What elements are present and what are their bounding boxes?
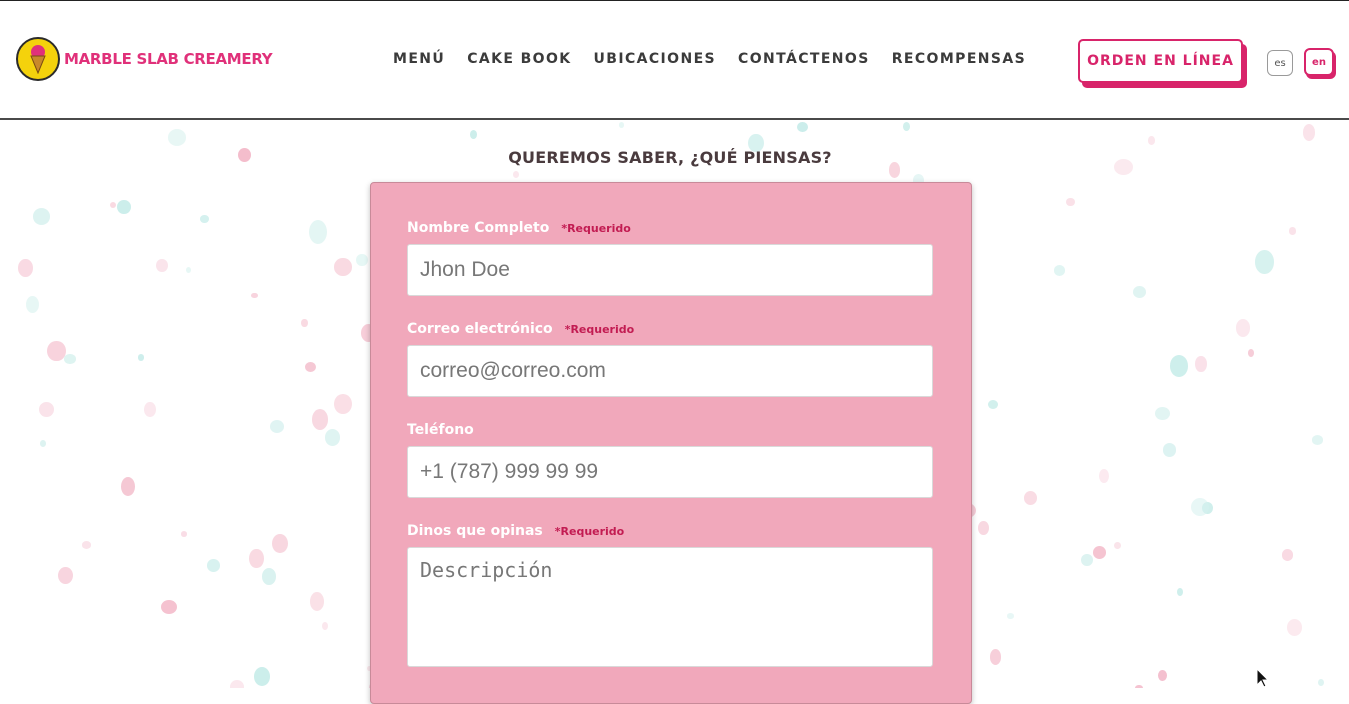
sprinkle-dot [155, 258, 168, 273]
sprinkle-dot [1157, 670, 1167, 682]
sprinkle-dot [512, 171, 520, 179]
sprinkle-dot [1281, 549, 1294, 561]
name-label: Nombre Completo *Requerido [407, 220, 631, 236]
language-es-button[interactable]: es [1267, 50, 1293, 76]
language-en-button[interactable]: en [1304, 48, 1334, 76]
phone-label: Teléfono [407, 422, 474, 438]
sprinkle-dot [1006, 613, 1014, 619]
nav-item-rewards[interactable]: RECOMPENSAS [892, 51, 1026, 67]
sprinkle-dot [1287, 619, 1303, 636]
message-label: Dinos que opinas *Requerido [407, 523, 625, 539]
order-online-button[interactable]: ORDEN EN LÍNEA [1078, 39, 1243, 83]
sprinkle-dot [18, 259, 33, 278]
sprinkle-dot [144, 401, 156, 418]
sprinkle-dot [1176, 587, 1184, 597]
sprinkle-dot [301, 318, 308, 328]
sprinkle-dot [1235, 318, 1251, 337]
sprinkle-dot [1023, 490, 1038, 505]
nav-item-contact[interactable]: CONTÁCTENOS [738, 51, 870, 67]
full-name-input[interactable] [407, 244, 933, 296]
email-label: Correo electrónico *Requerido [407, 321, 635, 337]
sprinkle-dot [1066, 197, 1075, 206]
ice-cream-cone-icon [16, 37, 60, 81]
phone-input[interactable] [407, 446, 933, 498]
sprinkle-dot [58, 567, 73, 585]
sprinkle-dot [334, 258, 352, 276]
sprinkle-dot [1255, 249, 1274, 274]
sprinkle-dot [324, 428, 341, 446]
sprinkle-dot [902, 121, 910, 131]
sprinkle-dot [1155, 406, 1171, 420]
nav-item-locations[interactable]: UBICACIONES [594, 51, 717, 67]
sprinkle-dot [1114, 542, 1122, 550]
sprinkle-dot [1312, 435, 1324, 445]
sprinkle-dot [469, 130, 477, 140]
sprinkle-dot [47, 340, 66, 362]
sprinkle-dot [311, 409, 329, 430]
sprinkle-dot [1195, 356, 1207, 372]
sprinkle-dot [254, 667, 270, 686]
sprinkle-dot [249, 548, 264, 569]
brand-logo[interactable]: MARBLE SLAB CREAMERY [16, 37, 273, 81]
sprinkle-dot [1092, 546, 1106, 559]
sprinkle-dot [161, 600, 178, 615]
sprinkle-dot [988, 399, 998, 409]
sprinkle-dot [167, 128, 187, 146]
sprinkle-dot [39, 440, 46, 448]
sprinkle-dot [618, 122, 624, 128]
sprinkle-dot [797, 121, 808, 133]
required-indicator: *Requerido [554, 525, 625, 538]
nav-item-menu[interactable]: MENÚ [393, 51, 445, 67]
sprinkle-dot [185, 266, 191, 273]
sprinkle-dot [1170, 355, 1188, 377]
sprinkle-dot [1098, 468, 1109, 483]
sprinkle-dot [271, 533, 288, 553]
sprinkle-dot [39, 402, 55, 418]
mouse-cursor-icon [1256, 668, 1270, 688]
sprinkle-dot [25, 295, 39, 314]
nav-item-cake-book[interactable]: CAKE BOOK [467, 51, 571, 67]
sprinkle-dot [1318, 678, 1325, 687]
sprinkle-dot [1302, 124, 1315, 141]
sprinkle-dot [1247, 349, 1254, 358]
sprinkle-dot [81, 541, 92, 550]
sprinkle-dot [978, 520, 990, 535]
sprinkle-dot [269, 419, 285, 433]
brand-name: MARBLE SLAB CREAMERY [64, 50, 273, 68]
sprinkle-dot [180, 531, 187, 537]
sprinkle-dot [308, 219, 328, 245]
sprinkle-dot [1053, 265, 1066, 277]
sprinkle-dot [207, 558, 220, 572]
sprinkle-dot [64, 354, 76, 364]
feedback-form: Nombre Completo *Requerido Correo electr… [370, 182, 972, 704]
email-input[interactable] [407, 345, 933, 397]
sprinkle-dot [137, 354, 145, 361]
sprinkle-dot [321, 622, 329, 631]
required-indicator: *Requerido [561, 222, 631, 235]
sprinkle-dot [356, 254, 368, 267]
sprinkle-dot [1132, 286, 1146, 298]
sprinkle-dot [304, 361, 317, 373]
sprinkle-dot [251, 292, 258, 298]
sprinkle-dot [110, 201, 117, 209]
message-textarea[interactable] [407, 547, 933, 667]
sprinkle-dot [1163, 443, 1177, 457]
main-nav: MENÚ CAKE BOOK UBICACIONES CONTÁCTENOS R… [393, 51, 1026, 67]
sprinkle-dot [261, 567, 276, 585]
required-indicator: *Requerido [564, 323, 635, 336]
sprinkle-dot [1148, 136, 1155, 145]
sprinkle-dot [310, 591, 325, 611]
sprinkle-dot [120, 476, 135, 497]
sprinkle-dot [32, 207, 51, 225]
sprinkle-dot [200, 215, 209, 223]
sprinkle-dot [117, 200, 131, 215]
sprinkle-dot [989, 649, 1002, 665]
sprinkle-dot [1081, 553, 1094, 567]
sprinkle-dot [334, 394, 353, 415]
sprinkle-dot [1289, 227, 1296, 235]
sprinkle-dot [229, 679, 245, 688]
form-title: QUEREMOS SABER, ¿QUÉ PIENSAS? [508, 148, 832, 167]
site-header: MARBLE SLAB CREAMERY MENÚ CAKE BOOK UBIC… [0, 1, 1349, 120]
